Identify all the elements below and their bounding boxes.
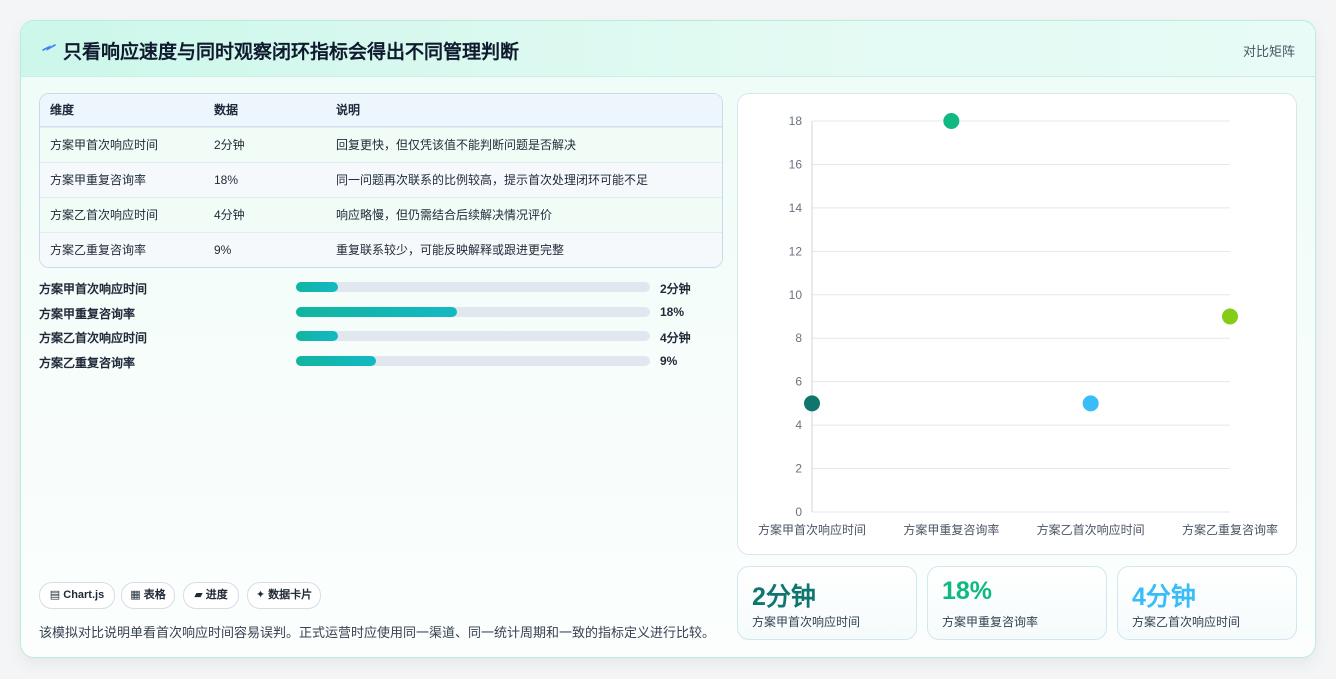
column-header: 维度 [50,103,75,117]
y-tick-label: 18 [789,114,803,128]
progress-track [296,307,650,317]
stat-label: 方案甲首次响应时间 [752,615,861,629]
table-cell: 同一问题再次联系的比例较高，提示首次处理闭环可能不足 [336,173,649,187]
y-tick-label: 0 [795,505,802,519]
y-tick-label: 2 [795,462,802,476]
table-cell: 方案甲重复咨询率 [50,173,147,187]
progress-fill [296,307,458,317]
scatter-chart: 0 2 4 6 8 10 12 14 16 18 方案甲首次响应时间 方案甲重复咨询率 方案乙首次响应时… [758,113,1278,537]
table-cell: 方案甲首次响应时间 [50,138,159,152]
table-cell: 方案乙首次响应时间 [50,208,159,222]
x-tick-label: 方案甲首次响应时间 [758,522,866,537]
stat-card: 18% 方案甲重复咨询率 [927,566,1107,640]
footnote: 该模拟对比说明单看首次响应时间容易误判。正式运营时应使用同一渠道、同一统计周期和… [39,625,716,640]
y-tick-label: 4 [795,418,802,432]
y-tick-label: 8 [795,331,802,345]
x-tick-label: 方案乙重复咨询率 [1182,522,1278,537]
y-tick-label: 16 [789,157,803,171]
table-header-row: 维度 数据 说明 [40,94,722,127]
progress-track [296,282,650,292]
progress-label: 方案乙重复咨询率 [39,356,136,370]
table-cell: 9% [214,243,232,257]
progress-track [296,331,650,341]
lightning-icon [42,44,56,52]
table-cell: 响应略慢，但仍需结合后续解决情况评价 [336,208,553,222]
data-point [804,395,820,412]
progress-row: 方案甲重复咨询率 18% [39,302,709,322]
chip-data-card[interactable]: ✦ 数据卡片 [247,582,321,609]
progress-label: 方案乙首次响应时间 [39,331,148,345]
table-row: 方案甲首次响应时间 2分钟 回复更快，但仅凭该值不能判断问题是否解决 [40,127,722,162]
data-point [943,113,960,129]
progress-track [296,356,650,366]
y-tick-label: 12 [789,244,803,258]
chip-chartjs[interactable]: ▤ Chart.js [39,582,115,609]
y-tick-label: 6 [795,375,802,389]
stat-label: 方案乙首次响应时间 [1132,615,1241,629]
table-cell: 18% [214,173,239,187]
chart-panel: 0 2 4 6 8 10 12 14 16 18 方案甲首次响应时间 方案甲重复咨询率 方案乙首次响应时… [737,93,1297,555]
chip-progress[interactable]: ▰ 进度 [183,582,239,609]
column-header: 数据 [214,103,239,117]
card-header: 只看响应速度与同时观察闭环指标会得出不同管理判断 对比矩阵 [21,21,1315,77]
x-tick-label: 方案甲重复咨询率 [903,522,999,537]
progress-row: 方案甲首次响应时间 2分钟 [39,277,709,297]
y-tick-label: 14 [789,201,803,215]
data-point [1082,395,1099,412]
y-tick-label: 10 [789,288,803,302]
table-cell: 回复更快，但仅凭该值不能判断问题是否解决 [336,138,577,152]
progress-value: 4分钟 [660,331,691,345]
data-point [1222,308,1238,325]
table-row: 方案乙重复咨询率 9% 重复联系较少，可能反映解释或跟进更完整 [40,232,722,267]
progress-value: 9% [660,354,678,368]
column-header: 说明 [336,103,361,117]
progress-value: 18% [660,305,685,319]
progress-fill [296,356,376,366]
table-row: 方案乙首次响应时间 4分钟 响应略慢，但仍需结合后续解决情况评价 [40,197,722,232]
x-tick-label: 方案乙首次响应时间 [1037,522,1145,537]
progress-label: 方案甲重复咨询率 [39,307,136,321]
progress-row: 方案乙首次响应时间 4分钟 [39,326,709,346]
chip-table[interactable]: ▦ 表格 [121,582,175,609]
progress-value: 2分钟 [660,282,691,296]
comparison-card: 只看响应速度与同时观察闭环指标会得出不同管理判断 对比矩阵 维度 数据 说明 方… [20,20,1316,658]
progress-row: 方案乙重复咨询率 9% [39,351,709,371]
progress-label: 方案甲首次响应时间 [39,282,148,296]
stat-value: 18% [942,577,993,605]
stat-value: 2分钟 [752,583,816,611]
view-mode-label[interactable]: 对比矩阵 [1243,41,1295,60]
table-cell: 方案乙重复咨询率 [50,243,147,257]
stat-card: 2分钟 方案甲首次响应时间 [737,566,917,640]
page-title: 只看响应速度与同时观察闭环指标会得出不同管理判断 [63,42,520,63]
comparison-table: 维度 数据 说明 方案甲首次响应时间 2分钟 回复更快，但仅凭该值不能判断问题是… [39,93,723,268]
stat-card: 4分钟 方案乙首次响应时间 [1117,566,1297,640]
stat-label: 方案甲重复咨询率 [942,615,1039,629]
table-cell: 2分钟 [214,138,245,152]
stat-value: 4分钟 [1132,583,1196,611]
table-row: 方案甲重复咨询率 18% 同一问题再次联系的比例较高，提示首次处理闭环可能不足 [40,162,722,197]
progress-fill [296,282,339,292]
progress-fill [296,331,339,341]
table-cell: 4分钟 [214,208,245,222]
table-cell: 重复联系较少，可能反映解释或跟进更完整 [336,243,565,257]
